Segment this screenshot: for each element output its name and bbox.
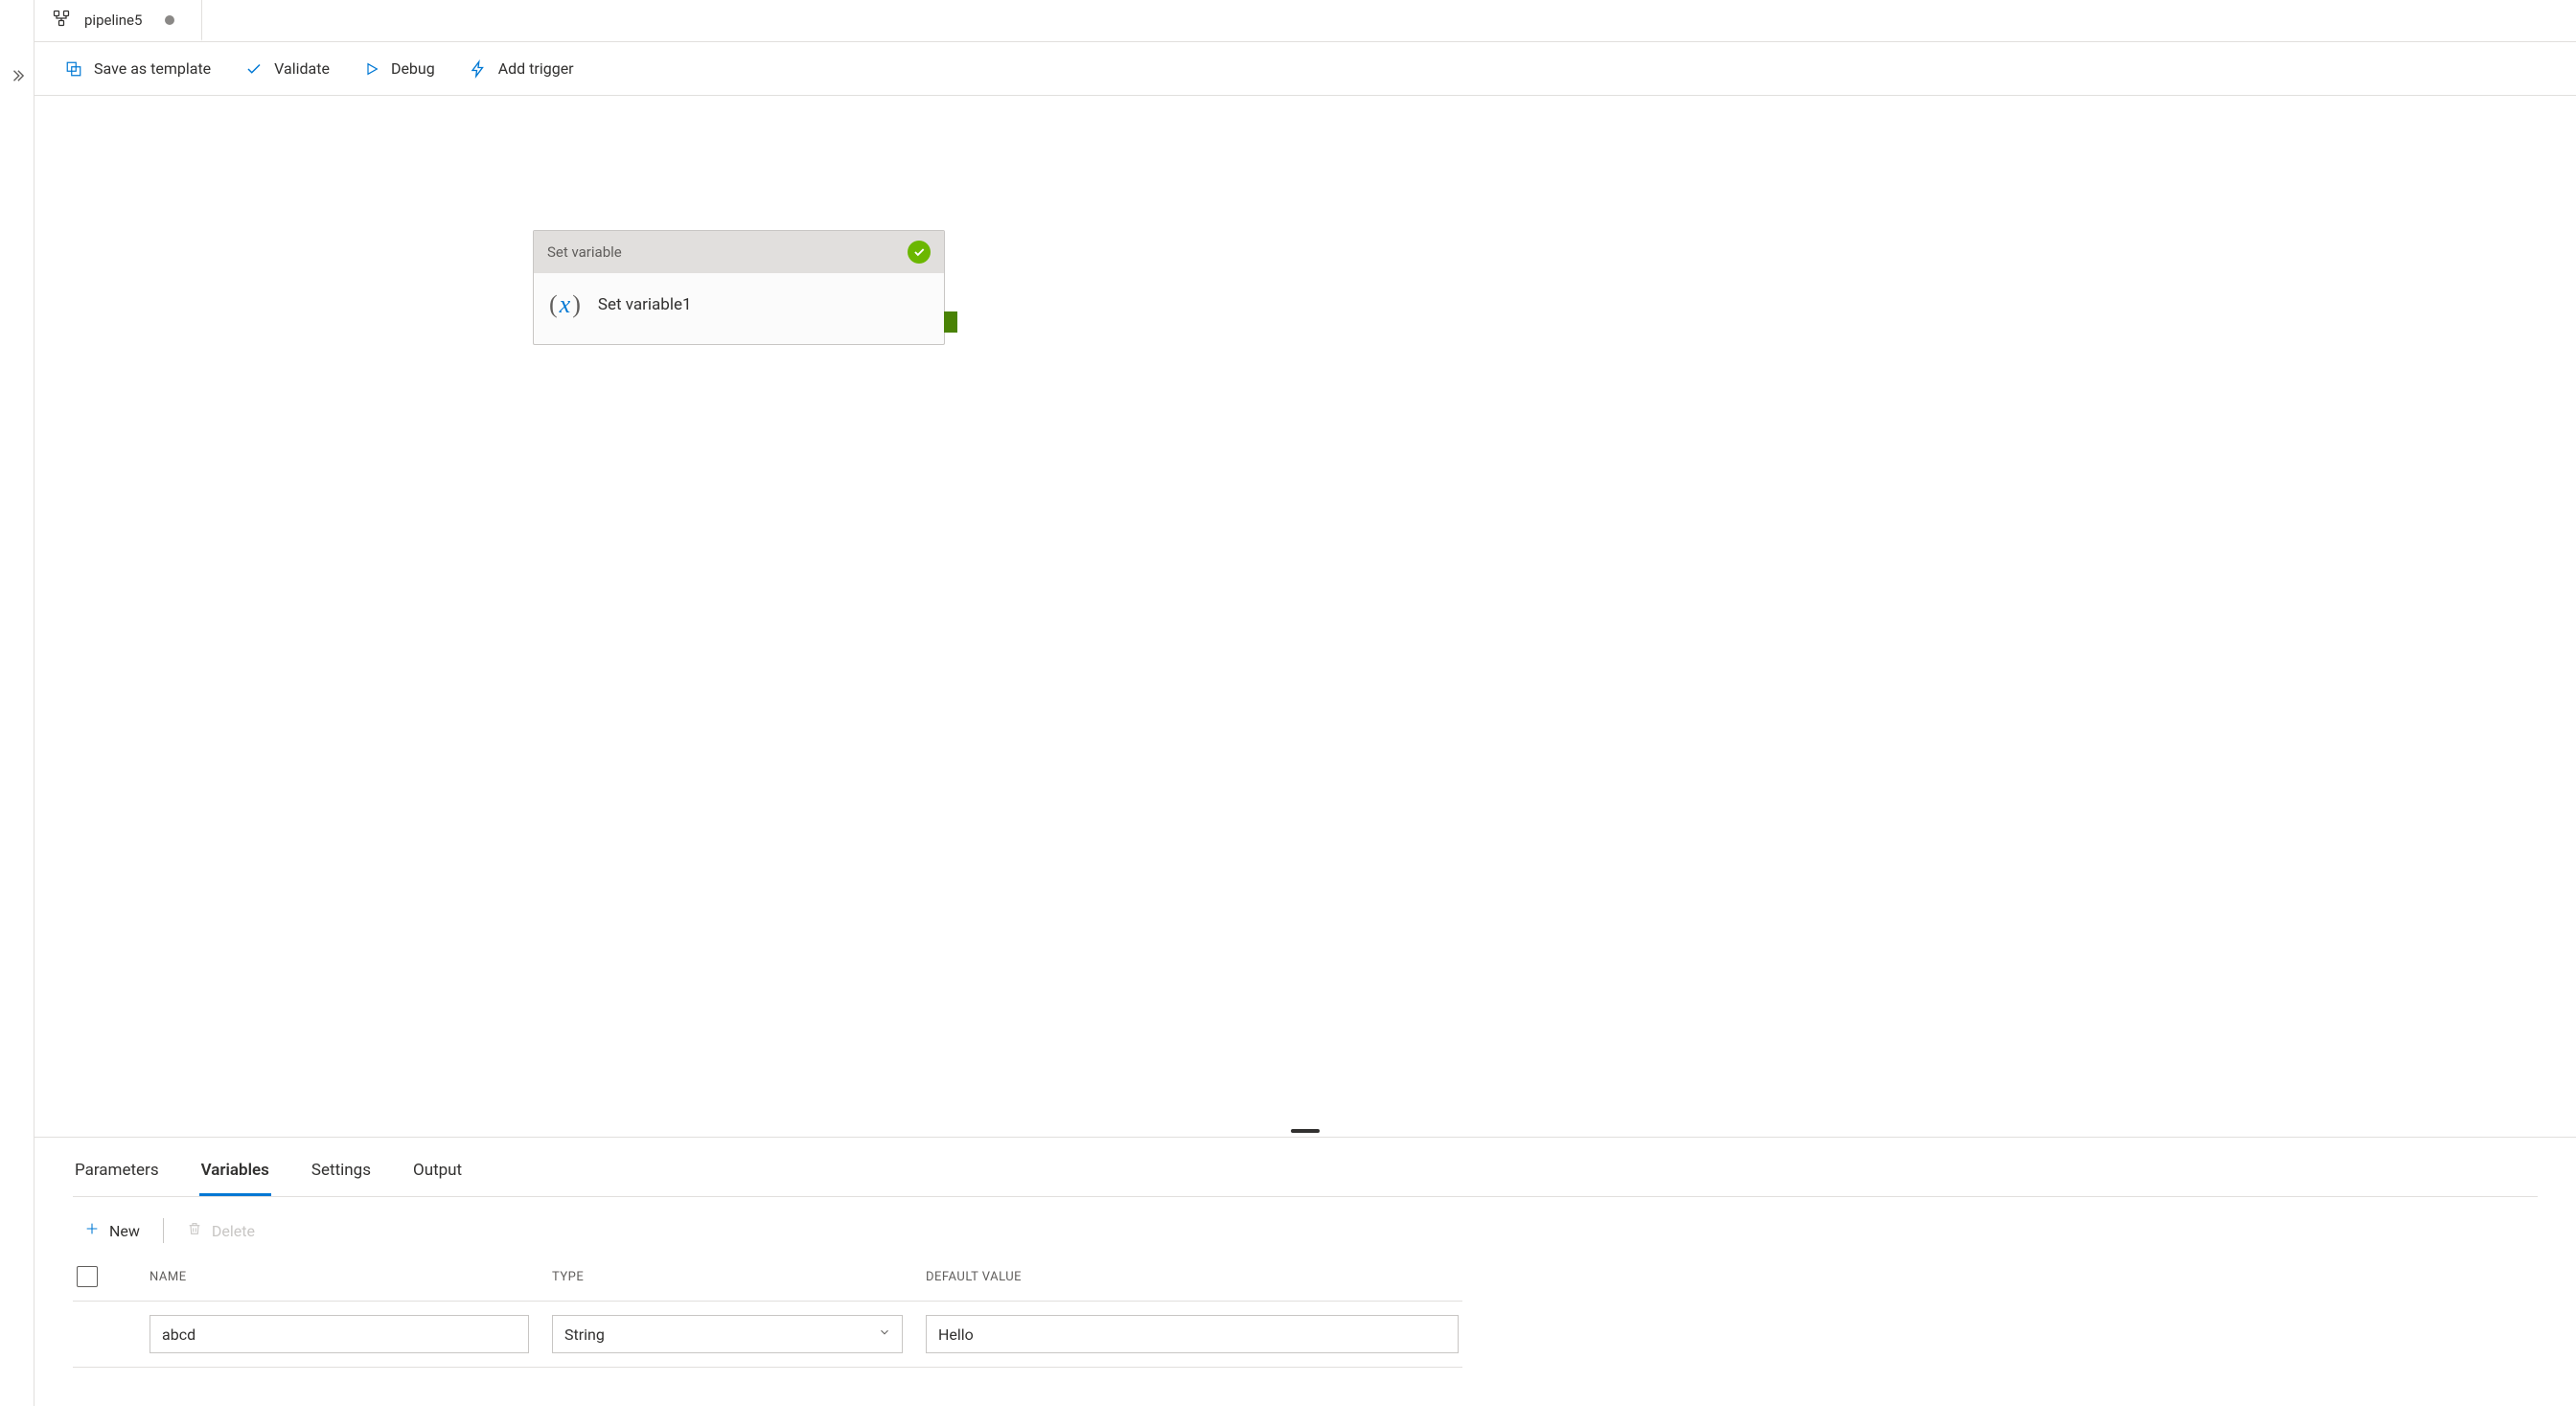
expand-pane-icon[interactable] bbox=[11, 69, 24, 86]
unsaved-indicator-icon bbox=[165, 15, 174, 25]
column-header-default[interactable]: DEFAULT VALUE bbox=[926, 1270, 1462, 1284]
tab-output[interactable]: Output bbox=[411, 1153, 464, 1196]
debug-label: Debug bbox=[391, 59, 435, 78]
add-trigger-label: Add trigger bbox=[498, 59, 574, 78]
variable-type-select[interactable]: String bbox=[552, 1315, 903, 1353]
left-rail bbox=[0, 0, 34, 1406]
activity-type-label: Set variable bbox=[547, 243, 622, 261]
delete-variable-button: Delete bbox=[187, 1220, 255, 1241]
new-variable-button[interactable]: New bbox=[84, 1221, 140, 1240]
pipeline-tab-title: pipeline5 bbox=[84, 12, 142, 29]
plus-icon bbox=[84, 1221, 100, 1240]
new-variable-label: New bbox=[109, 1222, 140, 1240]
save-template-icon bbox=[65, 60, 82, 78]
status-success-icon bbox=[908, 241, 931, 264]
config-panel-tabs: Parameters Variables Settings Output bbox=[73, 1138, 2538, 1197]
pipeline-toolbar: Save as template Validate Debug bbox=[34, 42, 2576, 96]
table-row: String bbox=[73, 1302, 1462, 1368]
variables-table-header: NAME TYPE DEFAULT VALUE bbox=[73, 1253, 1462, 1302]
play-icon bbox=[364, 61, 380, 77]
variable-name-input[interactable] bbox=[150, 1315, 529, 1353]
tab-variables[interactable]: Variables bbox=[199, 1153, 271, 1196]
delete-variable-label: Delete bbox=[212, 1222, 255, 1240]
variable-icon: x bbox=[549, 290, 581, 319]
validate-label: Validate bbox=[274, 59, 330, 78]
debug-button[interactable]: Debug bbox=[364, 59, 435, 78]
variables-actions: New Delete bbox=[73, 1197, 2538, 1253]
tab-settings[interactable]: Settings bbox=[310, 1153, 373, 1196]
save-as-template-button[interactable]: Save as template bbox=[65, 59, 211, 78]
activity-node-body: x Set variable1 bbox=[534, 273, 944, 344]
lightning-icon bbox=[470, 60, 487, 78]
checkmark-icon bbox=[245, 60, 263, 78]
activity-node-set-variable[interactable]: Set variable x Set variable1 bbox=[533, 230, 945, 345]
activity-title: Set variable1 bbox=[598, 295, 692, 314]
config-panel: Parameters Variables Settings Output New bbox=[34, 1137, 2576, 1406]
select-all-checkbox[interactable] bbox=[77, 1266, 98, 1287]
pipeline-tab[interactable]: pipeline5 bbox=[34, 0, 202, 41]
document-tabstrip: pipeline5 bbox=[34, 0, 2576, 42]
save-as-template-label: Save as template bbox=[94, 59, 211, 78]
add-trigger-button[interactable]: Add trigger bbox=[470, 59, 574, 78]
pipeline-icon bbox=[52, 9, 71, 32]
validate-button[interactable]: Validate bbox=[245, 59, 330, 78]
pipeline-canvas[interactable]: Set variable x Set variable1 bbox=[34, 96, 2576, 1125]
panel-splitter[interactable] bbox=[34, 1125, 2576, 1137]
column-header-type[interactable]: TYPE bbox=[552, 1270, 926, 1284]
column-header-name[interactable]: NAME bbox=[150, 1270, 552, 1284]
tab-parameters[interactable]: Parameters bbox=[73, 1153, 161, 1196]
action-separator bbox=[163, 1218, 164, 1243]
variable-default-input[interactable] bbox=[926, 1315, 1459, 1353]
activity-success-port[interactable] bbox=[944, 311, 957, 333]
variables-table: NAME TYPE DEFAULT VALUE String bbox=[73, 1253, 1462, 1368]
drag-handle-icon bbox=[1291, 1129, 1320, 1133]
activity-node-header: Set variable bbox=[534, 231, 944, 273]
trash-icon bbox=[187, 1220, 202, 1241]
